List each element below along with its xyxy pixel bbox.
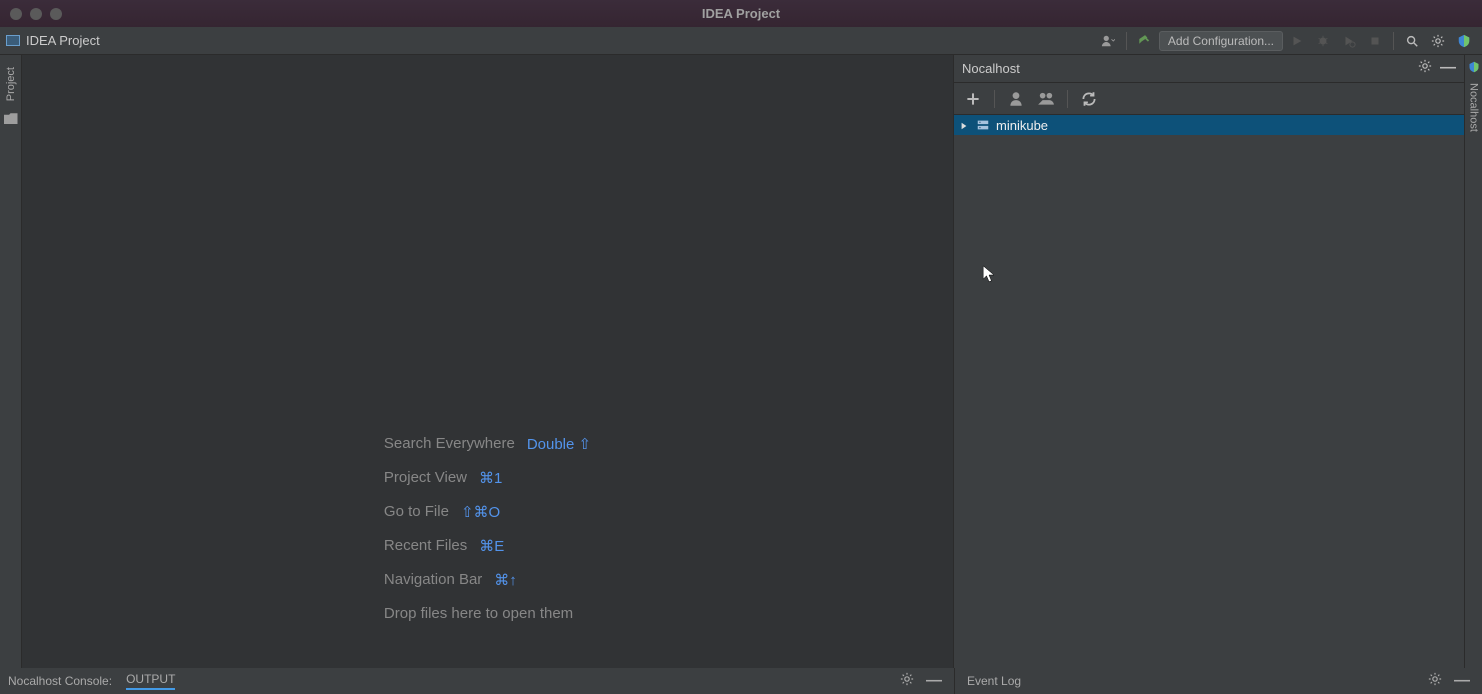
output-tab[interactable]: OUTPUT bbox=[126, 672, 175, 690]
event-log-label[interactable]: Event Log bbox=[967, 674, 1021, 688]
zoom-button[interactable] bbox=[50, 8, 62, 20]
nocalhost-tool-tab[interactable]: Nocalhost bbox=[1467, 79, 1481, 136]
cluster-icon bbox=[976, 118, 990, 132]
add-icon[interactable] bbox=[964, 90, 982, 108]
logo-icon[interactable] bbox=[1452, 30, 1476, 52]
refresh-icon[interactable] bbox=[1080, 90, 1098, 108]
separator bbox=[1393, 32, 1394, 50]
editor-area[interactable]: Search Everywhere Double ⇧ Project View ⌘1… bbox=[22, 55, 954, 668]
panel-title: Nocalhost bbox=[962, 61, 1020, 76]
editor-hints: Search Everywhere Double ⇧ Project View ⌘1… bbox=[384, 435, 591, 622]
title-bar: IDEA Project bbox=[0, 0, 1482, 27]
console-label: Nocalhost Console: bbox=[8, 674, 112, 688]
search-icon[interactable] bbox=[1400, 30, 1424, 52]
hint-recent-files: Recent Files bbox=[384, 537, 467, 555]
status-bar: Nocalhost Console: OUTPUT — Event Log — bbox=[0, 668, 1482, 694]
hint-go-to-file: Go to File bbox=[384, 503, 449, 521]
tree-node-label: minikube bbox=[996, 118, 1048, 133]
single-user-icon[interactable] bbox=[1007, 90, 1025, 108]
debug-icon[interactable] bbox=[1311, 30, 1335, 52]
status-minimize-icon[interactable]: — bbox=[926, 672, 942, 690]
hint-nav-bar: Navigation Bar bbox=[384, 571, 482, 589]
right-tool-gutter: Nocalhost bbox=[1464, 55, 1482, 668]
hint-nav-bar-shortcut: ⌘↑ bbox=[494, 571, 517, 589]
tree-node-minikube[interactable]: minikube bbox=[954, 115, 1464, 135]
panel-gear-icon[interactable] bbox=[1418, 59, 1432, 78]
separator bbox=[994, 90, 995, 108]
folder-icon[interactable] bbox=[4, 113, 18, 124]
nocalhost-logo-icon[interactable] bbox=[1468, 61, 1480, 73]
user-icon[interactable] bbox=[1096, 30, 1120, 52]
close-button[interactable] bbox=[10, 8, 22, 20]
hint-search-shortcut: Double ⇧ bbox=[527, 435, 591, 453]
project-icon bbox=[6, 35, 20, 46]
hint-project-view: Project View bbox=[384, 469, 467, 487]
window-title: IDEA Project bbox=[702, 6, 780, 21]
hint-search-everywhere: Search Everywhere bbox=[384, 435, 515, 453]
add-configuration-button[interactable]: Add Configuration... bbox=[1159, 31, 1283, 51]
separator bbox=[1067, 90, 1068, 108]
status-right-gear-icon[interactable] bbox=[1428, 672, 1442, 691]
nav-bar: IDEA Project Add Configuration... bbox=[0, 27, 1482, 55]
hint-project-view-shortcut: ⌘1 bbox=[479, 469, 502, 487]
minimize-button[interactable] bbox=[30, 8, 42, 20]
panel-minimize-icon[interactable]: — bbox=[1440, 59, 1456, 78]
traffic-lights bbox=[10, 8, 62, 20]
hint-drop-files: Drop files here to open them bbox=[384, 605, 573, 622]
settings-icon[interactable] bbox=[1426, 30, 1450, 52]
chevron-right-icon[interactable] bbox=[960, 118, 970, 133]
stop-icon[interactable] bbox=[1363, 30, 1387, 52]
run-icon[interactable] bbox=[1285, 30, 1309, 52]
breadcrumb-project[interactable]: IDEA Project bbox=[26, 33, 100, 48]
status-gear-icon[interactable] bbox=[900, 672, 914, 691]
separator bbox=[1126, 32, 1127, 50]
nocalhost-panel: Nocalhost — mi bbox=[954, 55, 1464, 668]
left-tool-gutter: Project bbox=[0, 55, 22, 668]
cluster-tree[interactable]: minikube bbox=[954, 115, 1464, 668]
project-tool-tab[interactable]: Project bbox=[3, 61, 19, 107]
run-coverage-icon[interactable] bbox=[1337, 30, 1361, 52]
hint-recent-files-shortcut: ⌘E bbox=[479, 537, 504, 555]
group-user-icon[interactable] bbox=[1037, 90, 1055, 108]
cursor-icon bbox=[982, 265, 996, 285]
build-icon[interactable] bbox=[1133, 30, 1157, 52]
status-right-minimize-icon[interactable]: — bbox=[1454, 672, 1470, 690]
hint-go-to-file-shortcut: ⇧⌘O bbox=[461, 503, 500, 521]
